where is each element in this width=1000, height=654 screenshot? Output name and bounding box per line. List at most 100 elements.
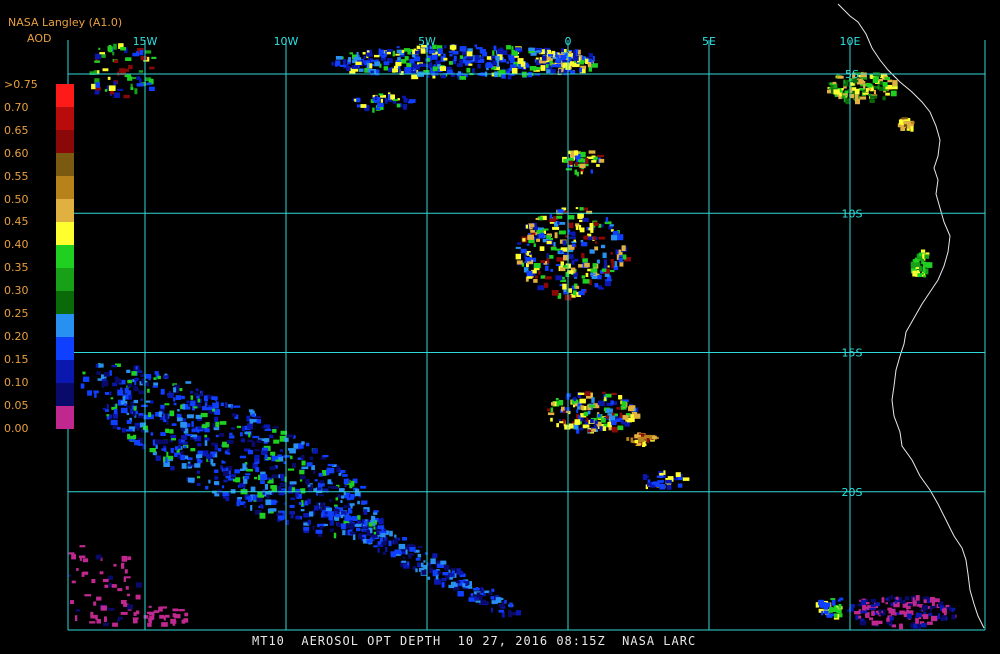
- aod-pixel: [180, 454, 186, 461]
- aod-pixel: [300, 509, 305, 512]
- legend-label: 0.15: [4, 352, 29, 366]
- aod-pixel: [186, 414, 194, 419]
- aod-pixel: [646, 437, 650, 444]
- aod-pixel: [113, 59, 119, 63]
- aod-pixel: [915, 618, 919, 624]
- aod-pixel: [885, 92, 890, 96]
- aod-pixel: [475, 47, 483, 50]
- aod-pixel: [437, 570, 441, 574]
- aod-pixel: [122, 408, 127, 412]
- aod-pixel: [261, 447, 269, 451]
- aod-pixel: [197, 443, 202, 447]
- aod-pixel: [528, 71, 533, 78]
- aod-pixel: [136, 425, 140, 431]
- aod-pixel: [354, 524, 359, 527]
- aod-pixel: [337, 522, 341, 528]
- aod-pixel: [634, 434, 639, 439]
- aod-pixel: [126, 369, 131, 373]
- aod-pixel: [903, 121, 910, 124]
- aod-pixel: [522, 238, 526, 242]
- aod-pixel: [498, 604, 505, 608]
- aod-pixel: [466, 51, 473, 57]
- aod-pixel: [327, 463, 334, 467]
- aod-pixel: [206, 454, 213, 459]
- aod-pixel: [138, 413, 144, 416]
- aod-pixel: [910, 121, 915, 124]
- aod-pixel: [516, 260, 523, 265]
- aod-pixel: [125, 586, 129, 590]
- aod-pixel: [133, 399, 139, 404]
- aod-pixel: [393, 538, 399, 544]
- aod-pixel: [573, 56, 579, 61]
- aod-pixel: [870, 598, 876, 603]
- aod-pixel: [339, 64, 346, 67]
- aod-pixel: [420, 48, 426, 54]
- aod-pixel: [569, 51, 572, 55]
- aod-pixel: [594, 156, 598, 160]
- aod-pixel: [173, 397, 176, 402]
- aod-pixel: [597, 413, 601, 418]
- aod-pixel: [583, 235, 589, 240]
- aod-pixel: [557, 52, 560, 55]
- aod-pixel: [601, 268, 607, 272]
- aod-pixel: [408, 99, 416, 103]
- aod-pixel: [583, 411, 589, 417]
- aod-pixel: [353, 534, 356, 541]
- aod-pixel: [547, 412, 555, 416]
- aod-pixel: [117, 88, 123, 91]
- aod-pixel: [129, 408, 133, 414]
- aod-pixel: [515, 48, 522, 51]
- aod-pixel: [926, 621, 933, 625]
- aod-pixel: [357, 500, 360, 505]
- aod-pixel: [428, 567, 433, 574]
- aod-pixel: [82, 571, 89, 575]
- aod-pixel: [172, 608, 179, 612]
- aod-pixel: [169, 410, 175, 417]
- lon-label: 10E: [840, 35, 861, 48]
- aod-pixel: [407, 561, 410, 566]
- aod-pixel: [289, 504, 295, 508]
- aod-map: 15W 10W 5W 0 5E 10E 5S 10S 15S 20S: [67, 3, 986, 631]
- aod-pixel: [428, 49, 436, 54]
- aod-pixel: [396, 46, 400, 49]
- footer-caption: MT10 AEROSOL OPT DEPTH 10 27, 2016 08:15…: [252, 634, 696, 648]
- aod-pixel: [100, 605, 107, 611]
- aod-pixel: [836, 609, 842, 614]
- aod-pixel: [459, 55, 464, 59]
- aod-pixel: [298, 502, 302, 505]
- aod-pixel: [898, 119, 902, 125]
- aod-pixel: [139, 50, 144, 56]
- aod-pixel: [610, 400, 614, 405]
- lon-label: 15W: [133, 35, 158, 48]
- aod-pixel: [229, 435, 235, 439]
- aod-pixel: [547, 54, 554, 57]
- aod-pixel: [546, 64, 549, 69]
- aod-pixel: [621, 245, 626, 251]
- aod-pixel: [194, 392, 199, 397]
- aod-pixel: [854, 611, 861, 615]
- aod-pixel: [444, 45, 447, 49]
- aod-pixel: [303, 513, 310, 518]
- aod-pixel: [587, 62, 592, 68]
- aod-pixel: [498, 609, 504, 613]
- aod-pixel: [614, 401, 617, 406]
- aod-pixel: [237, 497, 242, 500]
- aod-pixel: [372, 107, 375, 113]
- aod-pixel: [95, 554, 102, 560]
- aod-pixel: [920, 249, 926, 254]
- aod-pixel: [143, 615, 149, 619]
- aod-pixel: [423, 560, 426, 563]
- aod-pixel: [193, 406, 198, 409]
- aod-pixel: [529, 47, 533, 51]
- aod-pixel: [922, 608, 925, 612]
- aod-pixel: [275, 459, 280, 462]
- aod-pixel: [495, 55, 500, 62]
- aod-pixel: [380, 107, 384, 110]
- aod-pixel: [449, 53, 453, 57]
- aod-pixel: [256, 419, 261, 424]
- lat-label: 20S: [842, 486, 863, 499]
- aod-pixel: [382, 551, 387, 555]
- aod-pixel: [240, 439, 245, 442]
- aod-pixel: [351, 65, 359, 69]
- aod-pixel: [562, 60, 569, 63]
